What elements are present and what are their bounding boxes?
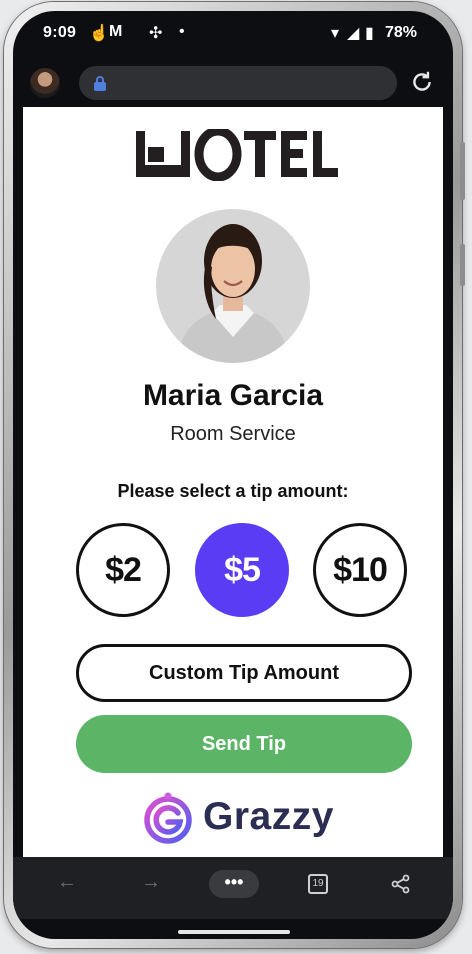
fan-icon: ✣: [149, 25, 163, 42]
lock-icon: [94, 76, 106, 91]
staff-name: Maria Garcia: [142, 379, 324, 412]
battery-icon: ▮: [365, 25, 374, 42]
send-tip-button[interactable]: Send Tip: [76, 715, 412, 773]
status-bar: 9:09 ☝ M ✣ • ▾ ◢ ▮ 78%: [13, 11, 453, 59]
forward-arrow-icon[interactable]: →: [141, 871, 161, 894]
wifi-icon: ▾: [331, 25, 340, 42]
signal-icon: ◢: [347, 25, 360, 42]
custom-tip-button[interactable]: Custom Tip Amount: [76, 644, 412, 702]
power-button: [460, 142, 465, 200]
menu-button[interactable]: •••: [209, 870, 259, 898]
tip-option-10[interactable]: $10: [313, 523, 407, 617]
back-arrow-icon[interactable]: ←: [57, 871, 77, 894]
dot-icon: •: [179, 23, 185, 40]
staff-role: Room Service: [170, 423, 296, 445]
hand-icon: ☝: [89, 25, 109, 42]
hotel-logo: [136, 129, 338, 181]
grazzy-logo-icon: [144, 792, 192, 844]
share-icon[interactable]: [391, 874, 411, 894]
status-time: 9:09: [43, 24, 77, 41]
grazzy-wordmark: Grazzy: [203, 795, 334, 838]
staff-photo: [156, 209, 310, 363]
phone-frame: 9:09 ☝ M ✣ • ▾ ◢ ▮ 78% Maria Garcia Room…: [4, 2, 465, 948]
battery-percent: 78%: [384, 24, 417, 41]
browser-bottom-nav: ← → ••• 19: [13, 857, 453, 919]
tip-prompt: Please select a tip amount:: [117, 481, 349, 501]
reload-icon[interactable]: [409, 69, 435, 95]
volume-button: [460, 244, 465, 286]
url-bar[interactable]: [79, 66, 397, 100]
tip-option-5[interactable]: $5: [195, 523, 289, 617]
home-indicator[interactable]: [178, 930, 290, 934]
account-avatar[interactable]: [30, 68, 60, 98]
grazzy-brand: Grazzy: [141, 791, 341, 845]
tip-option-2[interactable]: $2: [76, 523, 170, 617]
page-content: Maria Garcia Room Service Please select …: [23, 107, 443, 857]
gmail-icon: M: [109, 23, 123, 40]
browser-toolbar: [13, 59, 453, 107]
tab-count-button[interactable]: 19: [308, 874, 328, 894]
screen: 9:09 ☝ M ✣ • ▾ ◢ ▮ 78% Maria Garcia Room…: [13, 11, 453, 939]
